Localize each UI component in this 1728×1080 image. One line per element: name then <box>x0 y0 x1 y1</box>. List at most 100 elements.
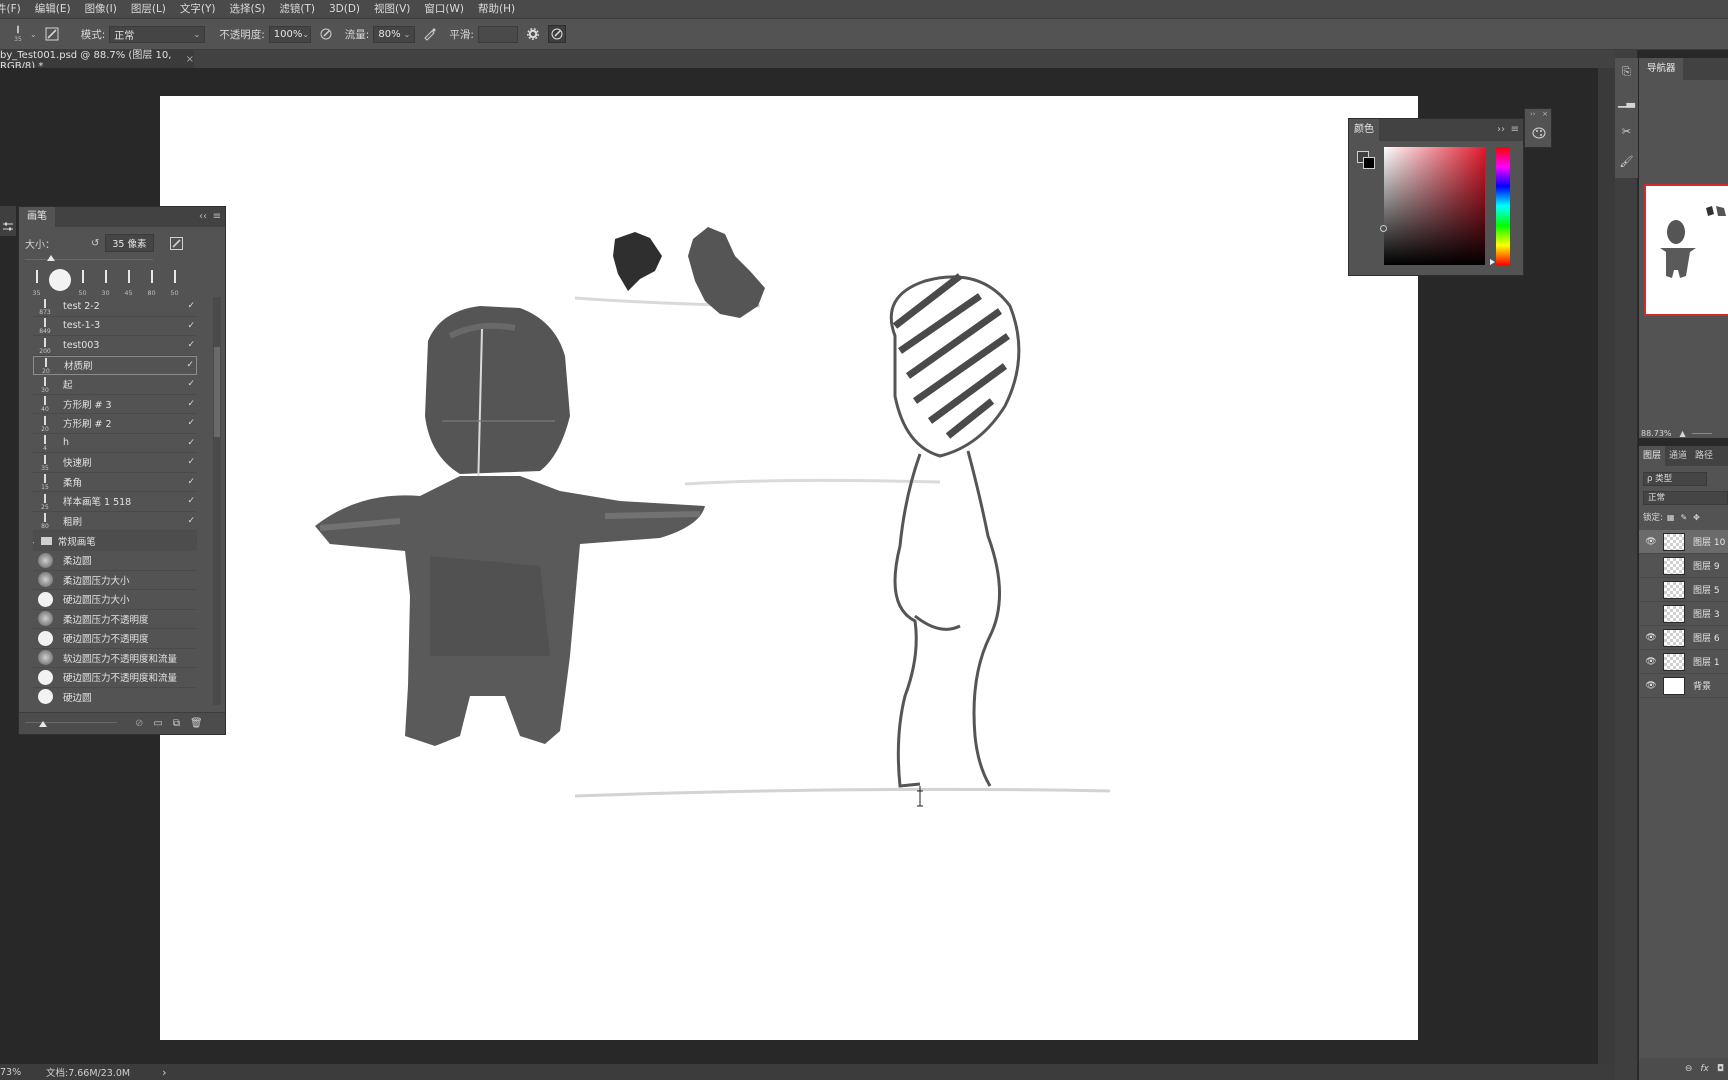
brush-preset-row[interactable]: 20 材质刷 ✓ <box>33 355 197 375</box>
menu-item[interactable]: 选择(S) <box>223 0 273 19</box>
menu-item[interactable]: 编辑(E) <box>28 0 78 19</box>
chevron-down-icon[interactable]: ⌄ <box>30 30 37 39</box>
brush-group-row[interactable]: ⌄ 常规画笔 <box>33 531 197 551</box>
canvas[interactable] <box>160 96 1418 1040</box>
status-menu-arrow[interactable]: › <box>162 1066 166 1079</box>
color-panel-tab[interactable]: 颜色 <box>1349 119 1379 141</box>
collapse-icon[interactable]: ‹‹ <box>199 207 207 227</box>
brush-preset-row[interactable]: 200 test003 ✓ <box>33 336 197 356</box>
hue-slider-marker[interactable] <box>1490 259 1495 265</box>
folder-icon[interactable]: ▭ <box>153 718 162 729</box>
layer-row[interactable]: 👁 图层 10 <box>1639 530 1728 554</box>
palette-icon[interactable] <box>1532 127 1546 139</box>
fx-icon[interactable]: fx <box>1700 1064 1709 1074</box>
round-brush-row[interactable]: 柔边圆压力不透明度 <box>33 610 197 629</box>
menu-item[interactable]: 视图(V) <box>367 0 417 19</box>
menu-item[interactable]: 3D(D) <box>322 0 367 19</box>
layer-row[interactable]: 👁 背景 <box>1639 674 1728 698</box>
brush-settings-icon[interactable]: 🖌 <box>1619 154 1634 169</box>
round-brush-row[interactable]: 柔边圆压力大小 <box>33 571 197 590</box>
brush-tip[interactable] <box>48 267 71 297</box>
lock-position-icon[interactable]: ✥ <box>1693 513 1700 522</box>
tab-paths[interactable]: 路径 <box>1691 446 1717 466</box>
brush-tip[interactable]: 45 <box>117 267 140 297</box>
hue-slider[interactable] <box>1496 147 1510 265</box>
brush-preset-row[interactable]: 35 快速刷 ✓ <box>33 453 197 473</box>
round-brush-row[interactable]: 硬边圆压力不透明度 <box>33 629 197 649</box>
menu-item[interactable]: 件(F) <box>0 0 28 19</box>
lock-transparency-icon[interactable]: ▦ <box>1667 513 1675 522</box>
visibility-eye-icon[interactable]: 👁 <box>1639 657 1663 667</box>
brush-preset-row[interactable]: 4 h ✓ <box>33 434 197 453</box>
navigator-tab[interactable]: 导航器 <box>1639 58 1683 80</box>
chevron-down-icon[interactable]: ⌄ <box>33 537 36 546</box>
brush-tip[interactable]: 50 <box>71 267 94 297</box>
round-brush-row[interactable]: 硬边圆压力大小 <box>33 590 197 610</box>
menu-item[interactable]: 窗口(W) <box>417 0 471 19</box>
brush-preset-row[interactable]: 873 test 2-2 ✓ <box>33 297 197 317</box>
round-brush-row[interactable]: 硬边圆 <box>33 688 197 706</box>
expand-icon[interactable]: ›› <box>1497 119 1505 139</box>
size-slider[interactable] <box>25 255 153 263</box>
preview-size-slider[interactable] <box>25 719 117 729</box>
brush-preset-row[interactable]: 20 方形刷 # 2 ✓ <box>33 414 197 434</box>
size-value[interactable]: 35 像素 <box>105 234 154 252</box>
document-tab[interactable]: by_Test001.psd @ 88.7% (图层 10, RGB/8) * … <box>0 50 194 72</box>
blend-mode-select[interactable]: 正常 <box>1643 491 1728 505</box>
size-slider-handle[interactable] <box>47 255 55 261</box>
brush-preset-row[interactable]: 80 粗刷 ✓ <box>33 512 197 531</box>
pressure-size-button[interactable] <box>547 25 566 43</box>
panel-menu-icon[interactable]: ≡ <box>1511 119 1519 139</box>
toggle-brush-preview-icon[interactable]: ⊘ <box>135 718 143 729</box>
tab-layers[interactable]: 图层 <box>1639 446 1666 466</box>
brush-preset-row[interactable]: 25 样本画笔 1 518 ✓ <box>33 492 197 512</box>
brush-tip[interactable]: 80 <box>140 267 163 297</box>
brush-preset-picker[interactable]: 35 <box>6 25 30 43</box>
layer-row[interactable]: 图层 9 <box>1639 554 1728 578</box>
zoom-level[interactable]: 73% <box>0 1067 21 1078</box>
opacity-input[interactable]: 100% ⌄ <box>268 25 311 43</box>
close-icon[interactable]: × <box>186 54 194 65</box>
layer-row[interactable]: 图层 5 <box>1639 578 1728 602</box>
brush-settings-icon[interactable] <box>169 236 183 250</box>
brush-panel-tab[interactable]: 画笔 <box>19 207 55 227</box>
flow-input[interactable]: 80% ⌄ <box>373 25 416 43</box>
preview-size-handle[interactable] <box>39 720 47 727</box>
visibility-eye-icon[interactable]: 👁 <box>1639 633 1663 643</box>
round-brush-row[interactable]: 硬边圆压力不透明度和流量 <box>33 668 197 688</box>
color-picker-marker[interactable] <box>1380 225 1387 232</box>
vertical-scrollbar[interactable] <box>1598 68 1615 1064</box>
round-brush-row[interactable]: 柔边圆 <box>33 551 197 571</box>
navigator-preview[interactable] <box>1644 184 1728 316</box>
brush-preset-row[interactable]: 15 柔角 ✓ <box>33 473 197 492</box>
layer-row[interactable]: 👁 图层 6 <box>1639 626 1728 650</box>
saturation-value-picker[interactable] <box>1380 147 1485 265</box>
floating-tool-stub[interactable] <box>0 206 16 236</box>
navigator-zoom-slider[interactable] <box>1691 432 1712 434</box>
pressure-opacity-button[interactable] <box>317 25 335 43</box>
lock-pixels-icon[interactable]: ✎ <box>1680 513 1687 522</box>
menu-item[interactable]: 帮助(H) <box>471 0 522 19</box>
menu-item[interactable]: 滤镜(T) <box>272 0 322 19</box>
smooth-input[interactable] <box>477 25 518 43</box>
trash-icon[interactable]: 🗑 <box>190 718 203 729</box>
tab-channels[interactable]: 通道 <box>1665 446 1691 466</box>
scroll-thumb[interactable] <box>214 347 220 437</box>
history-icon[interactable]: ⎘ <box>1619 64 1634 79</box>
airbrush-button[interactable] <box>421 25 439 43</box>
brush-preset-row[interactable]: 40 方形刷 # 3 ✓ <box>33 395 197 414</box>
zoom-out-icon[interactable]: ▲ <box>1680 429 1686 438</box>
layer-filter-select[interactable]: ρ 类型 <box>1643 472 1707 486</box>
menu-item[interactable]: 图像(I) <box>78 0 124 19</box>
add-mask-icon[interactable]: ◘ <box>1717 1064 1724 1074</box>
layer-row[interactable]: 👁 图层 1 <box>1639 650 1728 674</box>
round-brush-row[interactable]: 软边圆压力不透明度和流量 <box>33 649 197 668</box>
histogram-icon[interactable]: ▁▃ <box>1618 94 1635 109</box>
visibility-eye-icon[interactable]: 👁 <box>1639 681 1663 691</box>
brush-tip[interactable]: 30 <box>94 267 117 297</box>
layer-row[interactable]: 图层 3 <box>1639 602 1728 626</box>
reset-size-icon[interactable]: ↺ <box>91 238 99 249</box>
smoothing-settings-button[interactable] <box>524 25 542 43</box>
visibility-eye-icon[interactable]: 👁 <box>1639 537 1663 547</box>
panel-menu-icon[interactable]: ≡ <box>213 207 221 227</box>
